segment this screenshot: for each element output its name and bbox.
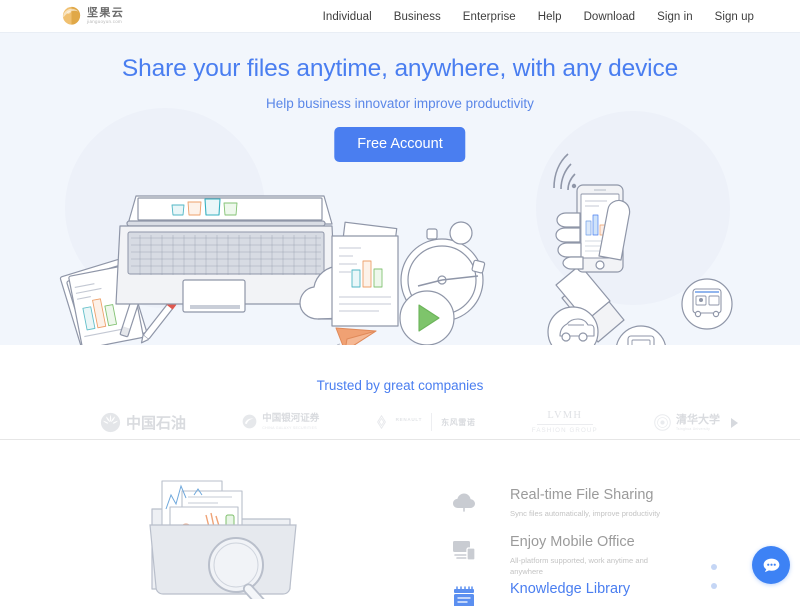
feature-description: Sync files automatically, improve produc… xyxy=(510,509,661,518)
company-lvmh[interactable]: LVMH FASHION GROUP xyxy=(532,409,598,435)
nav-enterprise[interactable]: Enterprise xyxy=(452,11,527,23)
galaxy-securities-logo-icon xyxy=(242,415,257,429)
feature-enjoy-mobile-office[interactable]: Enjoy Mobile Office All-platform support… xyxy=(452,534,712,581)
logo-divider xyxy=(431,413,433,431)
features-section: Real-time File Sharing Sync files automa… xyxy=(0,441,800,606)
nav-download[interactable]: Download xyxy=(573,11,647,23)
company-galaxy-securities[interactable]: 中国银河证券 CHINA GALAXY SECURITIES xyxy=(242,413,319,430)
nut-logo-icon xyxy=(62,6,81,25)
nav-individual[interactable]: Individual xyxy=(312,11,383,23)
chat-support-button[interactable] xyxy=(752,546,790,584)
carousel-dot[interactable] xyxy=(711,583,717,589)
landing-page: 坚果云 jianguoyun.com Individual Business E… xyxy=(0,0,800,606)
company-subtitle: Tsinghua University xyxy=(675,427,711,432)
hero-title: Share your files anytime, anywhere, with… xyxy=(121,55,679,82)
company-renault-dongfeng[interactable]: RENAULT 东风雷诺 xyxy=(376,413,476,431)
company-petrochina[interactable]: 中国石油 xyxy=(100,412,186,433)
feature-knowledge-library[interactable]: Knowledge Library xyxy=(452,581,712,606)
feature-real-time-file-sharing[interactable]: Real-time File Sharing Sync files automa… xyxy=(452,487,712,534)
renault-logo-icon xyxy=(376,415,386,429)
nav-sign-in[interactable]: Sign in xyxy=(646,11,704,23)
company-name: 中国银河证券 xyxy=(262,413,320,425)
trusted-companies-section: Trusted by great companies 中国石油 中国银河证券 C… xyxy=(0,345,800,440)
feature-title[interactable]: Enjoy Mobile Office xyxy=(510,534,635,550)
nav-help[interactable]: Help xyxy=(527,11,573,23)
company-name: 中国石油 xyxy=(126,413,187,432)
site-header: 坚果云 jianguoyun.com Individual Business E… xyxy=(0,0,800,33)
site-logo[interactable]: 坚果云 jianguoyun.com xyxy=(60,4,124,28)
book-icon xyxy=(454,586,474,606)
renault-wordmark: RENAULT xyxy=(395,416,423,422)
feature-list: Real-time File Sharing Sync files automa… xyxy=(452,487,712,606)
nav-sign-up[interactable]: Sign up xyxy=(704,11,754,23)
trusted-title: Trusted by great companies xyxy=(316,378,484,393)
nav-business[interactable]: Business xyxy=(383,11,452,23)
main-navigation: Individual Business Enterprise Help Down… xyxy=(312,0,754,33)
dongfeng-renault-name: 东风雷诺 xyxy=(441,417,476,427)
logo-cn-name: 坚果云 xyxy=(87,6,125,20)
logo-url: jianguoyun.com xyxy=(87,19,122,25)
company-name: 清华大学 xyxy=(675,412,720,426)
free-account-button[interactable]: Free Account xyxy=(334,127,466,162)
devices-icon xyxy=(453,541,476,561)
hero-subtitle: Help business innovator improve producti… xyxy=(266,96,534,111)
cloud-upload-icon xyxy=(453,493,475,512)
company-subtitle: CHINA GALAXY SECURITIES xyxy=(262,426,317,431)
lvmh-subtitle: FASHION GROUP xyxy=(531,427,598,435)
feature-title[interactable]: Knowledge Library xyxy=(510,581,630,597)
hero-section: Share your files anytime, anywhere, with… xyxy=(0,33,800,345)
carousel-next-arrow-icon[interactable] xyxy=(731,418,738,428)
hero-circle-right xyxy=(536,111,730,305)
company-logo-strip: 中国石油 中国银河证券 CHINA GALAXY SECURITIES RENA… xyxy=(100,405,720,439)
feature-description: All-platform supported, work anytime and… xyxy=(510,556,649,576)
tsinghua-logo-icon xyxy=(654,413,671,431)
folder-documents-magnifier-illustration xyxy=(149,480,297,599)
lvmh-rule xyxy=(536,424,593,426)
feature-title[interactable]: Real-time File Sharing xyxy=(510,487,653,503)
carousel-dot[interactable] xyxy=(711,564,717,570)
chat-bubble-icon xyxy=(763,558,779,572)
petrochina-logo-icon xyxy=(100,412,121,432)
lvmh-wordmark: LVMH xyxy=(547,410,583,422)
company-tsinghua[interactable]: 清华大学 Tsinghua University xyxy=(654,413,720,432)
carousel-dots xyxy=(711,564,717,602)
